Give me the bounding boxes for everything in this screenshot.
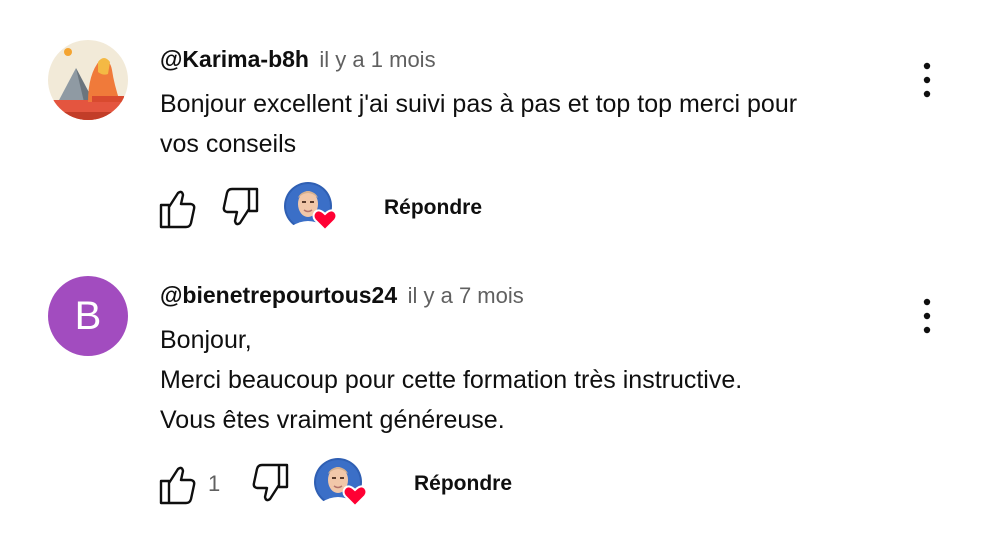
comment-timestamp[interactable]: il y a 7 mois [408, 283, 524, 308]
heart-icon [342, 485, 368, 508]
thumbs-down-icon [252, 463, 289, 502]
comment-actions: 1 Répondre [156, 456, 576, 512]
dislike-button[interactable] [248, 456, 292, 512]
like-count: 1 [208, 471, 221, 496]
comment-text: Bonjour, Merci beaucoup pour cette forma… [160, 320, 742, 440]
reply-button[interactable]: Répondre [414, 456, 512, 512]
like-button[interactable] [156, 456, 200, 512]
avatar[interactable]: B [48, 276, 128, 356]
more-actions-button[interactable] [910, 294, 944, 338]
creator-heart-badge [312, 456, 368, 512]
thumbs-up-icon [159, 466, 196, 505]
comment-item: B @bienetrepourtous24 il y a 7 mois Bonj… [0, 0, 1008, 542]
comment-text-line: Vous êtes vraiment généreuse. [160, 406, 505, 434]
comment-text-line: Bonjour, [160, 326, 252, 354]
comment-header: @bienetrepourtous24 il y a 7 mois [160, 282, 524, 309]
comment-author[interactable]: @bienetrepourtous24 [160, 282, 397, 308]
comment-text-line: Merci beaucoup pour cette formation très… [160, 366, 743, 394]
vertical-ellipsis-icon [923, 298, 931, 334]
